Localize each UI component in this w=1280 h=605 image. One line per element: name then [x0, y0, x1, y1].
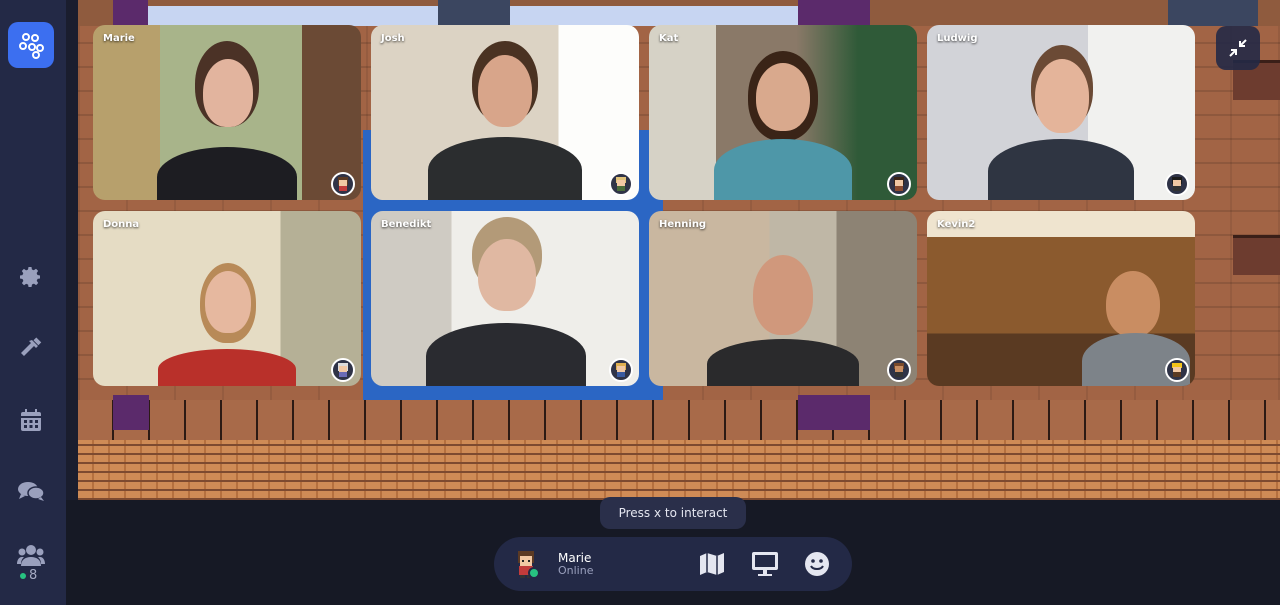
participant-video	[420, 215, 590, 386]
settings-icon[interactable]	[16, 262, 46, 292]
avatar	[609, 172, 633, 196]
my-status[interactable]: Online	[558, 564, 593, 577]
online-count-value: 8	[29, 568, 38, 583]
participant-name: Josh	[381, 33, 405, 44]
world-tile	[113, 395, 149, 430]
participant-name: Benedikt	[381, 219, 432, 230]
world-brick-wall	[78, 440, 1280, 500]
calendar-icon[interactable]	[16, 405, 46, 435]
world-fence	[78, 400, 1280, 440]
avatar	[1165, 358, 1189, 382]
app: 8 Marie Josh Kat Ludwig Donna Benedikt H…	[0, 0, 1280, 605]
logo-icon[interactable]	[8, 22, 54, 68]
collapse-icon	[1229, 39, 1247, 57]
video-tile[interactable]: Donna	[93, 211, 361, 386]
participant-video	[703, 251, 863, 386]
chat-icon[interactable]	[16, 476, 46, 506]
video-tile[interactable]: Henning	[649, 211, 917, 386]
avatar	[887, 172, 911, 196]
avatar	[887, 358, 911, 382]
my-name: Marie	[558, 551, 592, 565]
screen-share-icon	[752, 552, 778, 576]
participant-video	[152, 259, 302, 386]
video-tile[interactable]: Kevin2	[927, 211, 1195, 386]
online-count: 8	[20, 568, 37, 583]
world-tile	[113, 0, 148, 28]
avatar	[609, 358, 633, 382]
online-dot	[20, 572, 26, 579]
avatar	[1165, 172, 1189, 196]
participant-name: Ludwig	[937, 33, 978, 44]
my-avatar[interactable]	[512, 549, 540, 579]
participant-video	[708, 47, 858, 200]
participant-name: Kat	[659, 33, 679, 44]
avatar	[331, 172, 355, 196]
player-bar: Marie Online	[494, 537, 852, 591]
interact-hint: Press x to interact	[600, 497, 746, 529]
participant-video	[147, 35, 307, 200]
participant-name: Marie	[103, 33, 135, 44]
participant-video	[420, 37, 590, 200]
video-tile[interactable]: Kat	[649, 25, 917, 200]
world-tile	[1168, 0, 1258, 26]
video-tile[interactable]: Josh	[371, 25, 639, 200]
video-tile[interactable]: Marie	[93, 25, 361, 200]
participant-name: Kevin2	[937, 219, 976, 230]
participant-video	[976, 39, 1146, 200]
emoji-icon	[805, 552, 829, 576]
participant-name: Donna	[103, 219, 140, 230]
video-tile[interactable]: Ludwig	[927, 25, 1195, 200]
map-icon	[700, 553, 724, 575]
collapse-video-grid-button[interactable]	[1216, 26, 1260, 70]
sidebar: 8	[0, 0, 66, 605]
world-tile	[438, 0, 510, 26]
world-bookshelf	[1233, 235, 1280, 275]
screen-share-button[interactable]	[750, 550, 780, 578]
world-tile	[798, 395, 870, 430]
avatar	[331, 358, 355, 382]
video-tile[interactable]: Benedikt	[371, 211, 639, 386]
emoji-button[interactable]	[802, 550, 832, 578]
participants-icon[interactable]	[16, 540, 46, 570]
world-tile	[798, 0, 870, 28]
map-button[interactable]	[697, 550, 727, 578]
build-hammer-icon[interactable]	[16, 334, 46, 364]
participant-name: Henning	[659, 219, 707, 230]
